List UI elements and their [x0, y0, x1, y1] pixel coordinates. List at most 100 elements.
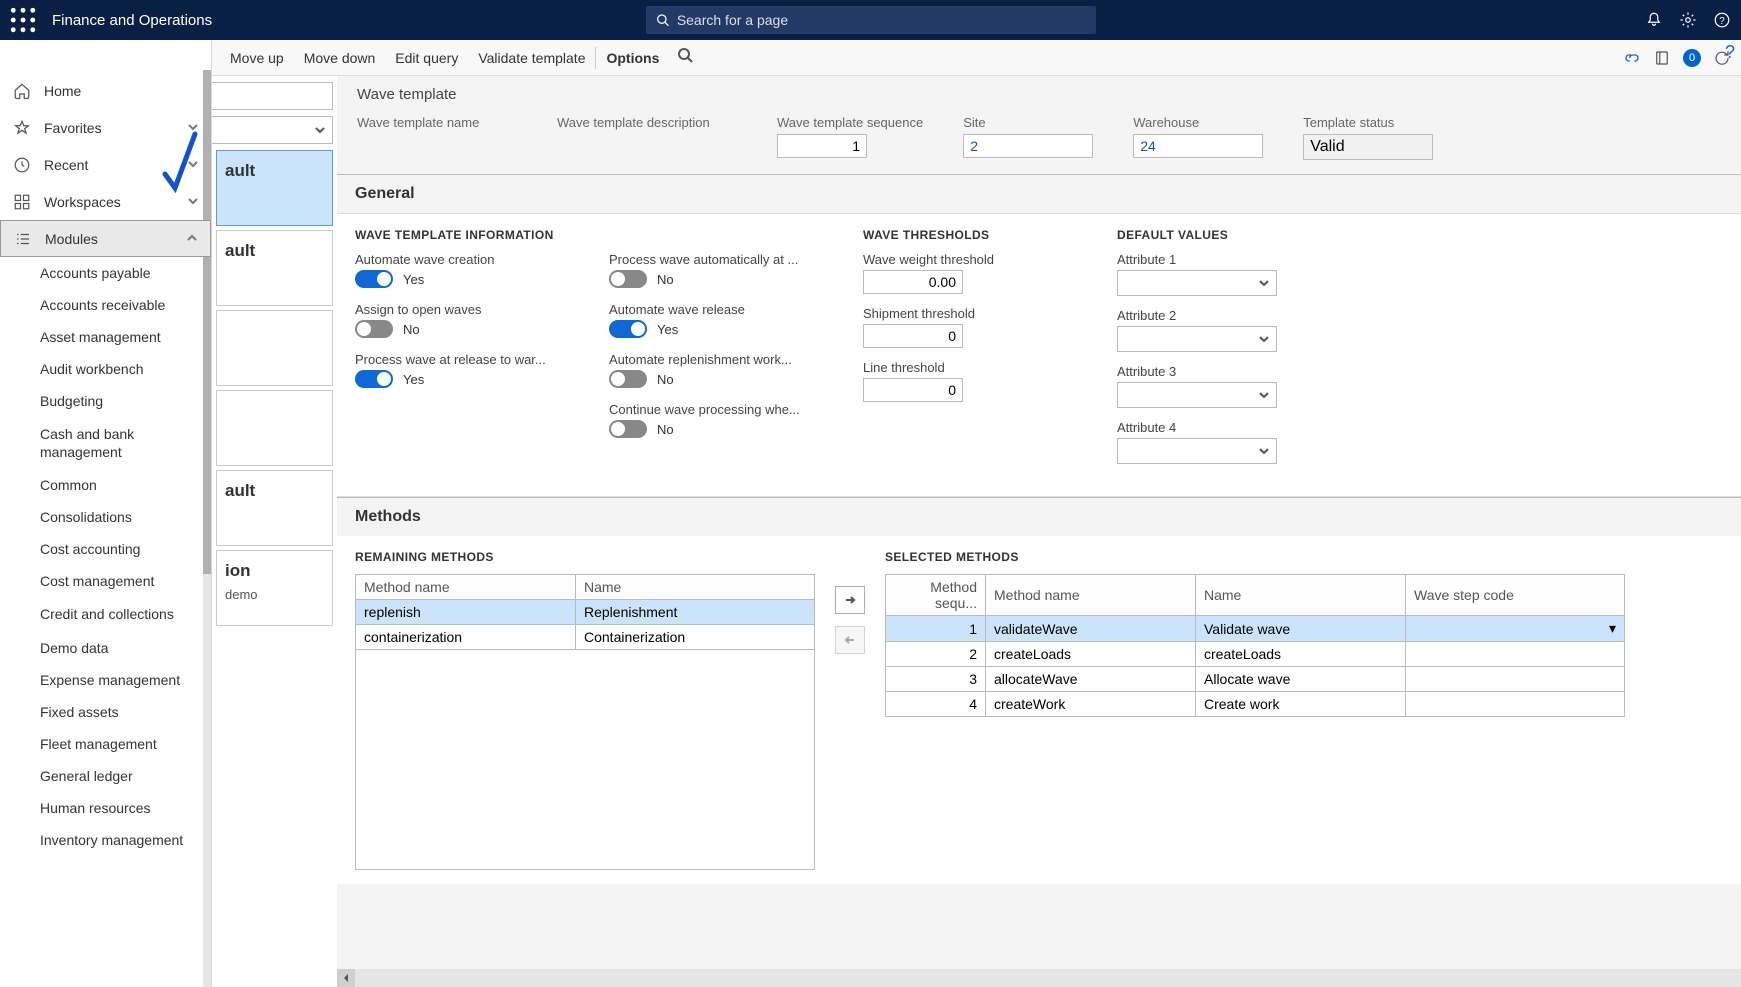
- module-item[interactable]: Budgeting: [0, 385, 211, 417]
- seq-input[interactable]: [777, 134, 867, 158]
- weight-threshold-input[interactable]: [863, 270, 963, 294]
- sub-header: WAVE TEMPLATE INFORMATION: [355, 228, 565, 242]
- field-label: Template status: [1303, 115, 1433, 130]
- remaining-methods-table[interactable]: Method name Name replenishReplenishmentc…: [355, 574, 815, 650]
- attribute-dropdown[interactable]: [1117, 438, 1277, 464]
- toggle-automate-creation[interactable]: [355, 270, 393, 288]
- warehouse-input[interactable]: [1133, 134, 1263, 158]
- module-item[interactable]: Demo data: [0, 632, 211, 664]
- nav-label: Modules: [45, 231, 98, 247]
- cmd-movedown[interactable]: Move down: [294, 40, 386, 75]
- field-label: Warehouse: [1133, 115, 1263, 130]
- toggle-assign-open[interactable]: [355, 320, 393, 338]
- horizontal-scrollbar[interactable]: [337, 969, 1741, 987]
- attribute-dropdown[interactable]: [1117, 382, 1277, 408]
- toggle-auto-release[interactable]: [609, 320, 647, 338]
- app-title: Finance and Operations: [52, 12, 212, 29]
- search-input[interactable]: [677, 12, 1086, 28]
- filter-dropdown[interactable]: [208, 116, 333, 144]
- general-header[interactable]: General: [337, 174, 1741, 213]
- help-icon[interactable]: ?: [1713, 11, 1731, 29]
- table-row[interactable]: 2createLoadscreateLoads: [886, 642, 1625, 667]
- filter-input[interactable]: [208, 82, 333, 110]
- nav-label: Favorites: [44, 120, 102, 136]
- main-content: Wave template Wave template name Wave te…: [337, 76, 1741, 987]
- cmd-moveup[interactable]: Move up: [220, 40, 294, 75]
- table-row[interactable]: 4createWorkCreate work: [886, 692, 1625, 717]
- list-item[interactable]: [216, 390, 333, 466]
- global-search[interactable]: [646, 6, 1096, 34]
- module-item[interactable]: Common: [0, 469, 211, 501]
- selected-methods-table[interactable]: Method sequ... Method name Name Wave ste…: [885, 574, 1625, 717]
- scroll-left-icon[interactable]: [337, 969, 355, 987]
- list-item[interactable]: ault: [216, 150, 333, 226]
- bell-icon[interactable]: [1645, 11, 1663, 29]
- nav-favorites[interactable]: Favorites: [0, 109, 211, 146]
- attribute-dropdown[interactable]: [1117, 326, 1277, 352]
- list-item[interactable]: iondemo: [216, 550, 333, 626]
- list-item[interactable]: ault: [216, 470, 333, 546]
- field-label: Wave template name: [357, 115, 517, 130]
- nav-label: Workspaces: [44, 194, 121, 210]
- home-icon: [12, 81, 32, 101]
- shipment-threshold-input[interactable]: [863, 324, 963, 348]
- table-row[interactable]: 3allocateWaveAllocate wave: [886, 667, 1625, 692]
- sub-header: SELECTED METHODS: [885, 550, 1625, 564]
- toggle-auto-replenish[interactable]: [609, 370, 647, 388]
- toggle-continue-proc[interactable]: [609, 420, 647, 438]
- module-item[interactable]: Fleet management: [0, 728, 211, 760]
- module-item[interactable]: Consolidations: [0, 501, 211, 533]
- module-item[interactable]: Asset management: [0, 321, 211, 353]
- site-input[interactable]: [963, 134, 1093, 158]
- attribute-dropdown[interactable]: [1117, 270, 1277, 296]
- field-label: Wave template description: [557, 115, 737, 130]
- list-item[interactable]: [216, 310, 333, 386]
- action-bar: Move up Move down Edit query Validate te…: [0, 40, 1741, 76]
- nav-recent[interactable]: Recent: [0, 146, 211, 183]
- nav-workspaces[interactable]: Workspaces: [0, 183, 211, 220]
- svg-text:?: ?: [1719, 16, 1725, 27]
- field-label: Site: [963, 115, 1093, 130]
- module-item[interactable]: Cost accounting: [0, 533, 211, 565]
- module-item[interactable]: Expense management: [0, 664, 211, 696]
- nav-home[interactable]: Home: [0, 72, 211, 109]
- move-right-button[interactable]: [835, 586, 865, 614]
- module-item[interactable]: Accounts payable: [0, 257, 211, 289]
- module-item[interactable]: General ledger: [0, 760, 211, 792]
- action-search-icon[interactable]: [677, 47, 693, 68]
- nav-modules[interactable]: Modules: [0, 220, 211, 257]
- module-item[interactable]: Cost management: [0, 565, 211, 597]
- table-row[interactable]: containerizationContainerization: [356, 625, 815, 650]
- cmd-validate[interactable]: Validate template: [468, 40, 595, 75]
- sub-header: REMAINING METHODS: [355, 550, 815, 564]
- table-row[interactable]: replenishReplenishment: [356, 600, 815, 625]
- status-value: Valid: [1303, 134, 1433, 160]
- field-label: Wave template sequence: [777, 115, 923, 130]
- link-icon[interactable]: [1623, 49, 1641, 67]
- module-item[interactable]: Fixed assets: [0, 696, 211, 728]
- chevron-up-icon: [186, 231, 198, 247]
- table-row[interactable]: 1validateWaveValidate wave▾: [886, 616, 1625, 642]
- module-item[interactable]: Audit workbench: [0, 353, 211, 385]
- module-item[interactable]: Human resources: [0, 792, 211, 824]
- grid-icon: [12, 192, 32, 212]
- app-launcher-icon[interactable]: [10, 7, 36, 33]
- methods-header[interactable]: Methods: [337, 497, 1741, 536]
- list-icon: [13, 229, 33, 249]
- book-icon[interactable]: [1653, 49, 1671, 67]
- module-item[interactable]: Credit and collections: [0, 597, 211, 631]
- help-icon[interactable]: ?: [1725, 42, 1735, 63]
- move-left-button[interactable]: [835, 626, 865, 654]
- toggle-process-auto[interactable]: [609, 270, 647, 288]
- notification-badge[interactable]: 0: [1683, 49, 1701, 67]
- list-item[interactable]: ault: [216, 230, 333, 306]
- cmd-options[interactable]: Options: [596, 40, 669, 75]
- gear-icon[interactable]: [1679, 11, 1697, 29]
- toggle-process-release[interactable]: [355, 370, 393, 388]
- clock-icon: [12, 155, 32, 175]
- line-threshold-input[interactable]: [863, 378, 963, 402]
- cmd-editquery[interactable]: Edit query: [385, 40, 468, 75]
- module-item[interactable]: Accounts receivable: [0, 289, 211, 321]
- module-item[interactable]: Inventory management: [0, 824, 211, 856]
- module-item[interactable]: Cash and bank management: [0, 417, 211, 469]
